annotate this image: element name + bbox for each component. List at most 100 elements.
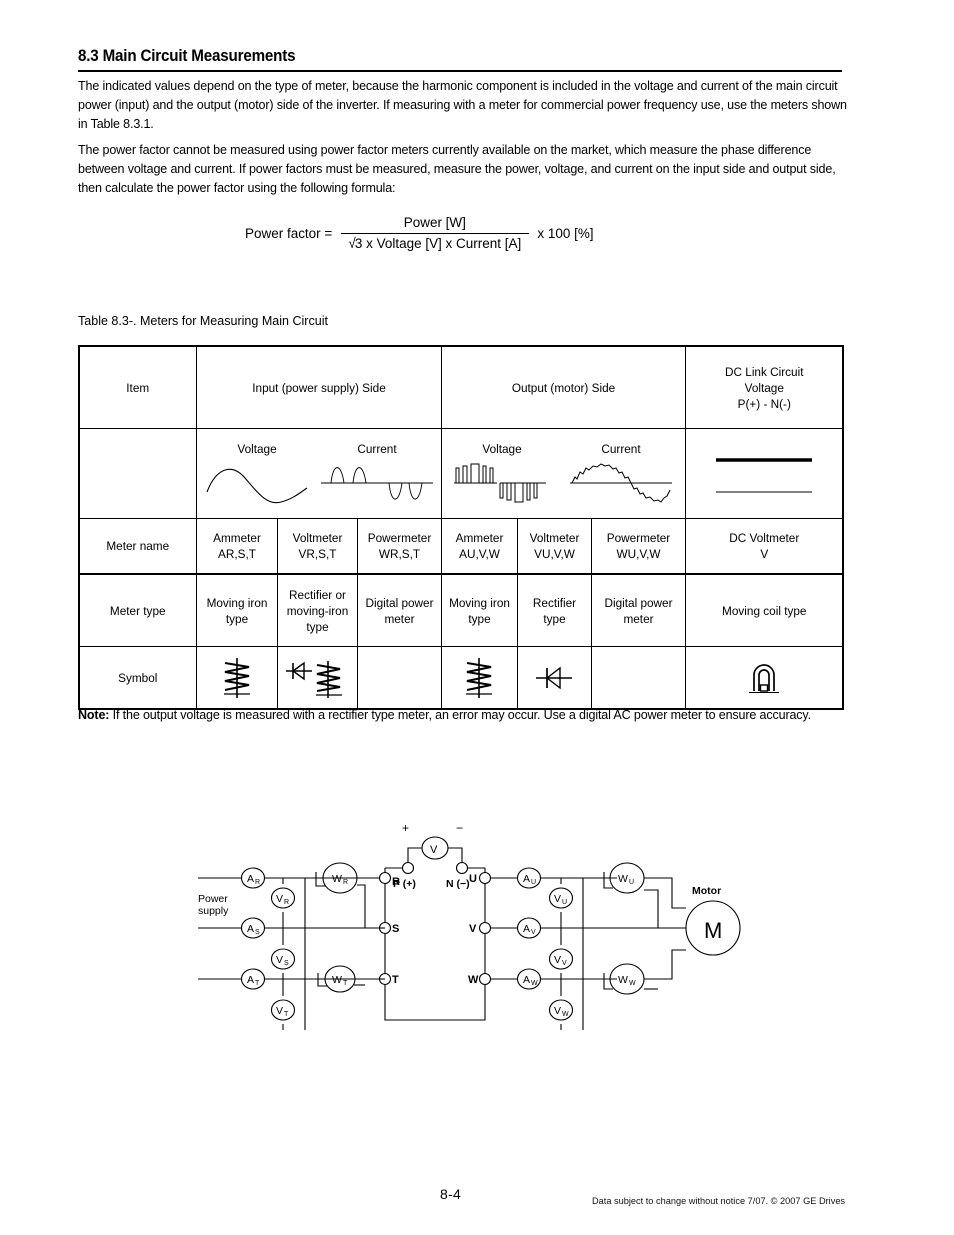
voltmeter-V-subscript: V: [562, 960, 567, 967]
voltmeter-W-subscript: W: [562, 1011, 569, 1018]
table-waveform-row: Voltage Current Voltage Current: [78, 428, 845, 519]
dc-voltmeter-label: V: [430, 844, 438, 856]
ammeter-S-subscript: S: [255, 929, 260, 936]
ammeter-V-label: A: [523, 923, 530, 935]
footer-copyright: Data subject to change without notice 7/…: [592, 1196, 846, 1207]
moving-iron-coil-symbol-icon: [223, 657, 250, 698]
main-circuit-diagram: Power supply A R A S A T V R V S V T W R…: [180, 790, 820, 1030]
row-label-meter-type: Meter type: [78, 573, 197, 647]
dc-link-waveform-cell: [684, 428, 845, 519]
voltmeter-V-label: V: [554, 954, 561, 966]
input-current-waveform: Current: [319, 441, 435, 508]
ammeter-W-subscript: W: [531, 980, 538, 987]
ammeter-U-label: A: [523, 873, 530, 885]
meter-name-cell-6: DC Voltmeter V: [684, 518, 845, 575]
input-waveform-pair: Voltage Current: [199, 439, 439, 508]
output-waveforms-cell: Voltage Current: [440, 428, 686, 519]
terminal-U-label: U: [469, 873, 477, 885]
row-label-meter-name: Meter name: [78, 518, 197, 575]
wattmeter-U-subscript: U: [629, 879, 634, 886]
symbol-cell-1: [276, 646, 358, 710]
dc-minus-sign: −: [456, 821, 463, 835]
moving-coil-magnet-symbol-icon: [748, 663, 779, 693]
output-voltage-waveform: Voltage: [450, 441, 554, 508]
meter-name-cell-0: Ammeter AR,S,T: [195, 518, 278, 575]
meter-type-cell-0: Moving iron type: [195, 573, 278, 647]
formula-denominator: √3 x Voltage [V] x Current [A]: [341, 234, 529, 252]
input-voltage-waveform: Voltage: [203, 441, 311, 508]
symbol-cell-0: [195, 646, 278, 710]
input-waveforms-cell: Voltage Current: [195, 428, 442, 519]
wattmeter-U-label: W: [618, 873, 628, 885]
pwm-square-pulse-train-icon: [453, 463, 546, 503]
formula-numerator: Power [W]: [403, 215, 466, 231]
wattmeter-W-label: W: [618, 974, 628, 986]
symbol-cell-6: [684, 646, 845, 710]
note-text: If the output voltage is measured with a…: [109, 707, 811, 722]
dc-terminal-n-label: N (−): [446, 878, 470, 890]
meter-type-cell-3: Moving iron type: [440, 573, 518, 647]
ammeter-S-label: A: [247, 923, 254, 935]
power-supply-label-line2: supply: [198, 905, 229, 917]
table-meter-type-row: Meter type Moving iron type Rectifier or…: [78, 573, 845, 647]
wattmeter-R-subscript: R: [343, 879, 348, 886]
meter-name-cell-5: Powermeter WU,V,W: [590, 518, 686, 575]
output-current-waveform: Current: [566, 441, 676, 508]
intro-paragraph-2: The power factor cannot be measured usin…: [78, 142, 836, 196]
rectifier-and-moving-iron-symbol-icon: [286, 660, 342, 698]
meter-type-cell-6: Moving coil type: [684, 573, 845, 647]
ammeter-T-label: A: [247, 974, 254, 986]
moving-iron-coil-symbol-icon: [466, 657, 493, 698]
power-supply-label-line1: Power: [198, 893, 228, 905]
formula-right-side: x 100 [%]: [537, 225, 594, 242]
terminal-S-label: S: [392, 923, 399, 935]
voltmeter-T-subscript: T: [284, 1011, 289, 1018]
symbol-cell-2: [356, 646, 442, 710]
meter-type-cell-5: Digital power meter: [590, 573, 686, 647]
two-horizontal-dc-lines-icon: [715, 457, 812, 493]
table-meter-name-row: Meter name Ammeter AR,S,T Voltmeter VR,S…: [78, 518, 845, 575]
page-title: 8.3 Main Circuit Measurements: [78, 47, 296, 65]
voltmeter-R-subscript: R: [284, 899, 289, 906]
symbol-cell-4: [516, 646, 592, 710]
header-input-side-cell: Input (power supply) Side: [195, 345, 442, 429]
terminal-T-label: T: [392, 974, 399, 986]
table-caption: Table 8.3-. Meters for Measuring Main Ci…: [78, 313, 328, 328]
meter-type-cell-2: Digital power meter: [356, 573, 442, 647]
ammeter-W-label: A: [523, 974, 530, 986]
wattmeter-T-subscript: T: [343, 980, 348, 987]
meter-name-cell-1: Voltmeter VR,S,T: [276, 518, 358, 575]
terminal-W-label: W: [468, 974, 479, 986]
terminal-R-label: R: [392, 876, 400, 888]
header-item-cell: Item: [78, 345, 197, 429]
wattmeter-T-label: W: [332, 974, 342, 986]
table-symbol-row: Symbol: [78, 646, 845, 710]
voltmeter-S-subscript: S: [284, 960, 289, 967]
voltmeter-U-label: V: [554, 893, 561, 905]
motor-symbol-label: M: [704, 918, 722, 943]
heading-divider: [78, 70, 842, 72]
header-output-side-cell: Output (motor) Side: [440, 345, 686, 429]
voltmeter-W-label: V: [554, 1005, 561, 1017]
motor-label: Motor: [692, 885, 721, 897]
dc-plus-sign: +: [402, 821, 409, 835]
intro-paragraph-1: The indicated values depend on the type …: [78, 78, 847, 132]
page-canvas: 8.3 Main Circuit Measurements The indica…: [0, 0, 954, 1235]
page-number: 8-4: [440, 1186, 462, 1202]
ammeter-V-subscript: V: [531, 929, 536, 936]
meter-name-cell-3: Ammeter AU,V,W: [440, 518, 518, 575]
voltmeter-U-subscript: U: [562, 899, 567, 906]
meter-name-cell-2: Powermeter WR,S,T: [356, 518, 442, 575]
header-dc-link-cell: DC Link Circuit Voltage P(+) - N(-): [684, 345, 845, 429]
ammeter-R-label: A: [247, 873, 254, 885]
wattmeter-W-subscript: W: [629, 980, 636, 987]
symbol-cell-3: [440, 646, 518, 710]
formula-left-side: Power factor =: [245, 225, 333, 242]
ripple-sine-wave-icon: [570, 463, 673, 503]
output-waveform-pair: Voltage Current: [444, 439, 683, 508]
circuit-diagram-svg: Power supply A R A S A T V R V S V T W R…: [198, 821, 741, 1030]
meter-type-cell-4: Rectifier type: [516, 573, 592, 647]
note-label: Note:: [78, 707, 110, 722]
row-label-symbol: Symbol: [78, 646, 197, 710]
symbol-cell-5: [590, 646, 686, 710]
